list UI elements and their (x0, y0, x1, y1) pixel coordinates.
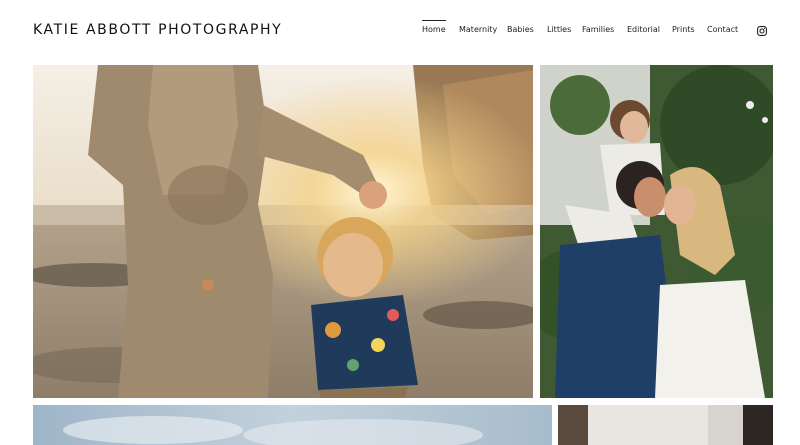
nav-item-contact[interactable]: Contact (707, 25, 738, 34)
nav-item-prints[interactable]: Prints (672, 25, 695, 34)
photo-family-garden[interactable] (540, 65, 773, 398)
site-logo-title[interactable]: KATIE ABBOTT PHOTOGRAPHY (33, 22, 282, 38)
nav-item-families[interactable]: Families (582, 25, 614, 34)
nav-item-babies[interactable]: Babies (507, 25, 534, 34)
nav-item-home[interactable]: Home (422, 20, 446, 34)
site-header: KATIE ABBOTT PHOTOGRAPHY Home Maternity … (0, 0, 800, 64)
nav-item-maternity[interactable]: Maternity (459, 25, 497, 34)
nav-item-littles[interactable]: Littles (547, 25, 571, 34)
photo-sky-landscape[interactable] (33, 405, 552, 445)
nav-item-editorial[interactable]: Editorial (627, 25, 660, 34)
instagram-icon[interactable] (757, 26, 767, 36)
photo-interior[interactable] (558, 405, 773, 445)
photo-maternity-beach[interactable] (33, 65, 533, 398)
